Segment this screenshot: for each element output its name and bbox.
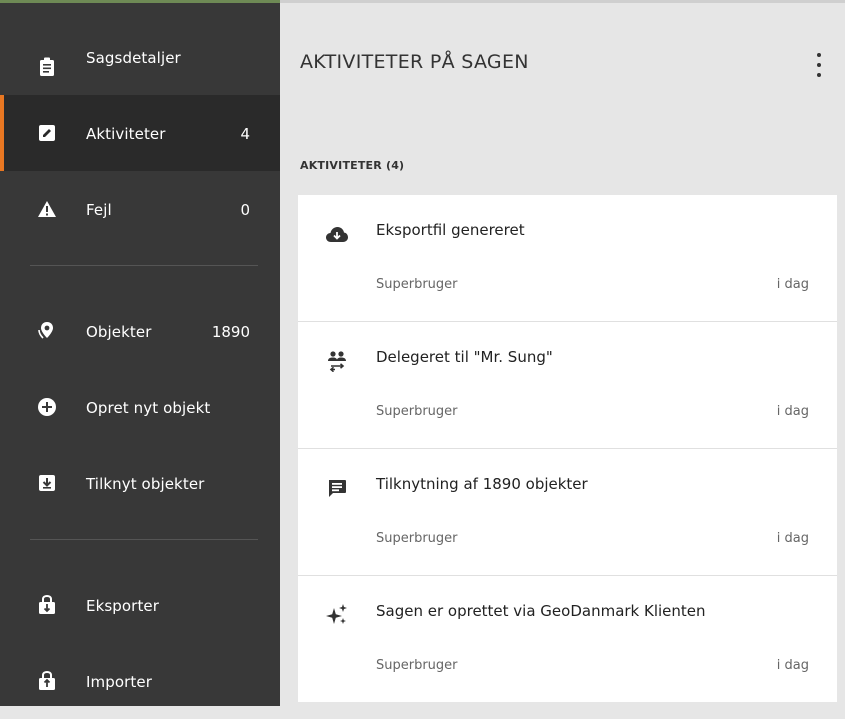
activity-user: Superbruger <box>376 658 458 673</box>
page-title: AKTIVITETER PÅ SAGEN <box>300 51 529 73</box>
sidebar-item-sagsdetaljer[interactable]: Sagsdetaljer <box>0 29 280 105</box>
section-title: AKTIVITETER (4) <box>300 159 405 172</box>
sidebar-item-fejl[interactable]: Fejl 0 <box>0 171 280 247</box>
sidebar-item-objekter[interactable]: Objekter 1890 <box>0 293 280 369</box>
location-pin-icon <box>36 320 58 342</box>
sidebar-divider <box>30 539 258 540</box>
sidebar-item-aktiviteter[interactable]: Aktiviteter 4 <box>0 95 280 171</box>
lock-export-icon <box>36 594 58 616</box>
activity-item[interactable]: Eksportfil genereret Superbruger i dag <box>298 195 837 321</box>
activity-time: i dag <box>776 404 809 419</box>
sidebar-item-count: 0 <box>240 201 250 219</box>
sidebar-item-label: Sagsdetaljer <box>86 49 181 67</box>
sidebar-item-count: 4 <box>240 125 250 143</box>
sparkle-icon <box>324 602 350 628</box>
activity-item[interactable]: Tilknytning af 1890 objekter Superbruger… <box>298 449 837 575</box>
activity-title: Tilknytning af 1890 objekter <box>376 475 588 493</box>
activity-item[interactable]: Delegeret til "Mr. Sung" Superbruger i d… <box>298 322 837 448</box>
activity-user: Superbruger <box>376 277 458 292</box>
activity-item[interactable]: Sagen er oprettet via GeoDanmark Kliente… <box>298 576 837 702</box>
sidebar-item-label: Tilknyt objekter <box>86 475 205 493</box>
sidebar-item-label: Aktiviteter <box>86 125 166 143</box>
sidebar: Sagsdetaljer Aktiviteter 4 Fejl 0 Objekt… <box>0 3 280 706</box>
sidebar-item-label: Importer <box>86 673 152 691</box>
add-circle-icon <box>36 396 58 418</box>
sidebar-item-eksporter[interactable]: Eksporter <box>0 567 280 643</box>
activity-title: Eksportfil genereret <box>376 221 525 239</box>
download-box-icon <box>36 472 58 494</box>
warning-icon <box>36 198 58 220</box>
comment-icon <box>324 475 350 501</box>
clipboard-icon <box>36 56 58 78</box>
activity-time: i dag <box>776 658 809 673</box>
edit-note-icon <box>36 122 58 144</box>
main-panel: AKTIVITETER PÅ SAGEN AKTIVITETER (4) Eks… <box>280 0 845 706</box>
more-options-icon[interactable] <box>812 53 826 77</box>
sidebar-item-count: 1890 <box>211 323 250 341</box>
activity-time: i dag <box>776 531 809 546</box>
activity-user: Superbruger <box>376 531 458 546</box>
activity-title: Delegeret til "Mr. Sung" <box>376 348 553 366</box>
people-transfer-icon <box>324 348 350 374</box>
sidebar-item-label: Objekter <box>86 323 152 341</box>
activity-user: Superbruger <box>376 404 458 419</box>
activity-title: Sagen er oprettet via GeoDanmark Kliente… <box>376 602 706 620</box>
cloud-download-icon <box>324 221 350 247</box>
sidebar-item-importer[interactable]: Importer <box>0 643 280 719</box>
lock-import-icon <box>36 670 58 692</box>
sidebar-item-label: Eksporter <box>86 597 160 615</box>
sidebar-item-tilknyt-objekter[interactable]: Tilknyt objekter <box>0 445 280 521</box>
sidebar-divider <box>30 265 258 266</box>
sidebar-item-label: Opret nyt objekt <box>86 399 211 417</box>
sidebar-item-label: Fejl <box>86 201 112 219</box>
sidebar-item-opret-nyt-objekt[interactable]: Opret nyt objekt <box>0 369 280 445</box>
activity-time: i dag <box>776 277 809 292</box>
